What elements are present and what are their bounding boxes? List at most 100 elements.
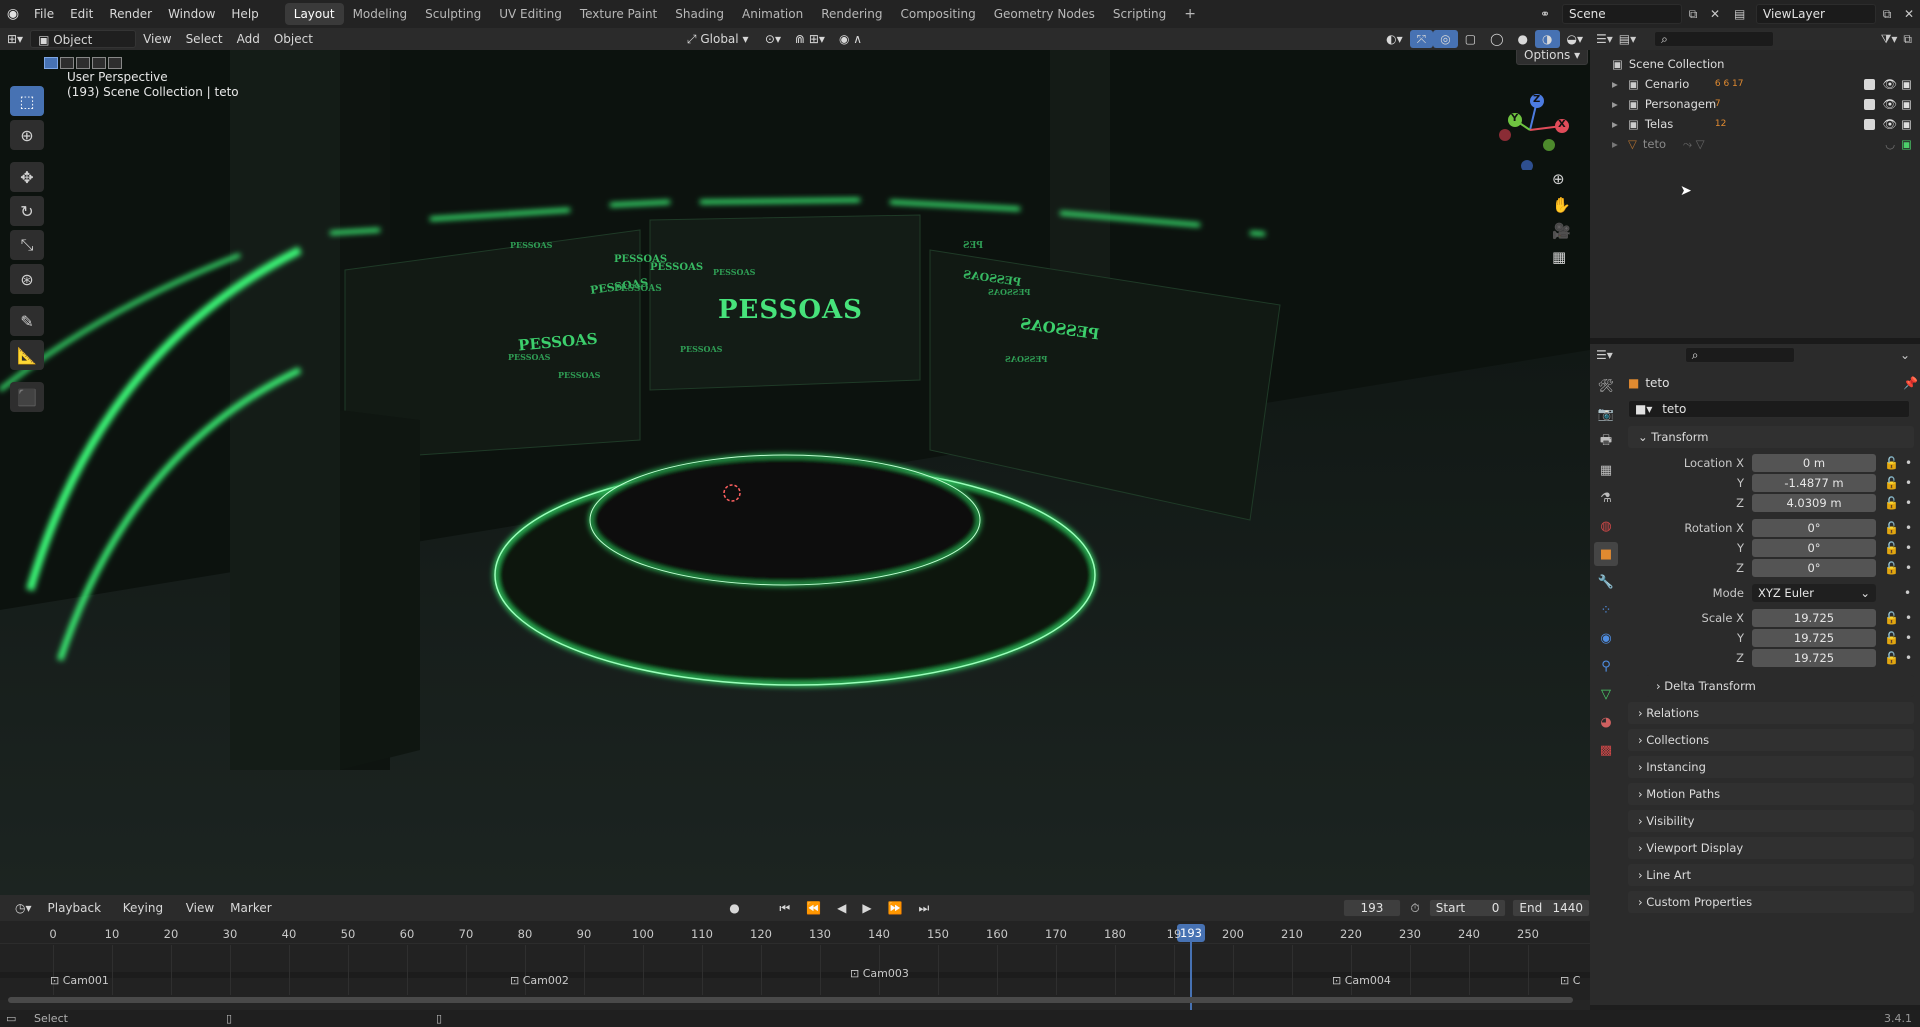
add-workspace-icon[interactable]: + [1175,3,1205,25]
perspective-toggle-icon[interactable]: ▦ [1552,248,1571,266]
exclude-checkbox[interactable] [1863,118,1875,130]
view-layer-selector[interactable]: ViewLayer [1756,4,1876,24]
timeline-marker[interactable]: ⊡ Cam001 [50,974,109,987]
expand-icon[interactable]: ▸ [1612,117,1628,131]
lock-icon[interactable]: 🔓 [1884,541,1899,555]
play-icon[interactable]: ▶ [855,899,878,917]
outliner-filter-icon[interactable]: ⧩▾ [1881,32,1898,47]
snap-icon[interactable]: ⋒ ⊞▾ [788,30,832,48]
rotation-x-field[interactable]: 0° [1752,518,1876,537]
visibility-icon[interactable]: ◐▾ [1379,30,1410,48]
render-camera-icon[interactable]: ▣ [1901,77,1912,91]
custom-properties-panel-header[interactable]: › Custom Properties [1628,891,1914,913]
tool-tab-icon[interactable]: 🛠 [1594,374,1618,398]
editor-type-icon[interactable]: ⊞▾ [0,30,30,48]
auto-keying-icon[interactable]: ● ⌄ [722,899,759,933]
object-mode-dropdown[interactable]: ▣ Object Mode ▾ [30,30,137,65]
gizmo-toggle-icon[interactable]: ⤧ [1409,30,1434,48]
properties-editor-type-icon[interactable]: ☰▾ [1596,348,1613,362]
display-mode-icon[interactable]: ▤▾ [1619,32,1636,46]
current-frame-field[interactable]: 193 [1342,899,1402,917]
menu-file[interactable]: File [26,0,62,28]
blender-logo-icon[interactable]: ◉ [0,6,26,22]
timeline-marker[interactable]: ⊡ Cam003 [850,967,909,980]
expand-icon[interactable]: ▸ [1612,97,1628,111]
lock-icon[interactable]: 🔓 [1884,476,1899,490]
scale-z-field[interactable]: 19.725 [1752,648,1876,667]
lock-icon[interactable]: 🔓 [1884,561,1899,575]
workspace-tab-modeling[interactable]: Modeling [344,3,417,25]
keyframe-dot-icon[interactable]: • [1905,611,1912,625]
rendered-shading-icon[interactable]: ◒▾ [1560,30,1591,48]
select-extend-icon[interactable] [60,57,74,69]
transform-panel-header[interactable]: ⌄ Transform [1628,426,1914,448]
keyframe-dot-icon[interactable]: • [1905,521,1912,535]
jump-to-keyframe-back-icon[interactable]: ⏪ [799,899,828,917]
outliner-item-telas[interactable]: ▸ ▣ Telas 12 👁 ▣ [1612,114,1920,134]
workspace-tab-uv-editing[interactable]: UV Editing [490,3,571,25]
exclude-checkbox[interactable] [1863,78,1875,90]
lock-icon[interactable]: 🔓 [1884,651,1899,665]
pivot-point-icon[interactable]: ⊙▾ [758,30,788,48]
workspace-tab-geometry-nodes[interactable]: Geometry Nodes [985,3,1104,25]
menu-window[interactable]: Window [160,0,223,28]
menu-help[interactable]: Help [223,0,266,28]
outliner-item-teto[interactable]: ▸ ▽ teto ⤳ ▽ ◡ ▣ [1612,134,1920,154]
new-collection-icon[interactable]: ⧉ [1903,32,1912,47]
outliner-editor-type-icon[interactable]: ☰▾ [1596,32,1613,46]
select-invert-icon[interactable] [92,57,106,69]
end-frame-field[interactable]: End 1440 [1512,899,1590,917]
expand-icon[interactable]: ▸ [1612,77,1628,91]
keyframe-dot-icon[interactable]: • [1905,631,1912,645]
viewport-display-panel-header[interactable]: › Viewport Display [1628,837,1914,859]
new-view-layer-icon[interactable]: ⧉ [1876,7,1898,22]
timeline-marker[interactable]: ⊡ C [1560,974,1580,987]
keyframe-dot-icon[interactable]: • [1904,586,1911,600]
workspace-tab-rendering[interactable]: Rendering [812,3,891,25]
properties-options-icon[interactable]: ⌄ [1900,348,1910,362]
timeline-view-menu[interactable]: View [179,899,221,917]
navigation-gizmo[interactable]: Z X Y [1490,90,1570,172]
proportional-editing-icon[interactable]: ◉ ∧ [832,30,869,48]
exclude-checkbox[interactable] [1863,98,1875,110]
render-camera-icon[interactable]: ▣ [1901,97,1912,111]
location-y-field[interactable]: -1.4877 m [1752,473,1876,492]
wireframe-shading-icon[interactable]: ◯ [1483,30,1510,48]
3d-viewport[interactable]: PESSOAS PESSOAS PESSOAS PESSOAS PESSOAS … [0,50,1590,895]
measure-tool-icon[interactable]: 📐 [10,340,44,370]
timeline-editor-type-icon[interactable]: ◷▾ [8,899,39,917]
selection-mode-buttons[interactable] [44,57,122,69]
timeline-marker-menu[interactable]: Marker [223,899,278,917]
preview-range-icon[interactable]: ⏱ [1403,899,1426,917]
lock-icon[interactable]: 🔓 [1884,611,1899,625]
playback-menu[interactable]: Playback ▾ [41,899,114,933]
delta-transform-panel-header[interactable]: › Delta Transform [1646,675,1914,697]
scale-tool-icon[interactable]: ⤡ [10,230,44,260]
keyframe-dot-icon[interactable]: • [1905,456,1912,470]
workspace-tab-compositing[interactable]: Compositing [891,3,984,25]
jump-to-keyframe-forward-icon[interactable]: ⏩ [881,899,910,917]
start-frame-field[interactable]: Start 0 [1428,899,1507,917]
keying-menu[interactable]: Keying ▾ [116,899,177,933]
hidden-eye-icon[interactable]: ◡ [1885,137,1895,151]
expand-icon[interactable]: ▸ [1612,137,1628,151]
select-intersect-icon[interactable] [108,57,122,69]
outliner-search-input[interactable]: ⌕ [1654,31,1775,47]
viewport-menu-object[interactable]: Object [267,30,320,48]
workspace-tab-scripting[interactable]: Scripting [1104,3,1175,25]
xray-toggle-icon[interactable]: ▢ [1458,30,1483,48]
pan-hand-icon[interactable]: ✋ [1552,196,1571,214]
rotate-tool-icon[interactable]: ↻ [10,196,44,226]
keyframe-dot-icon[interactable]: • [1905,651,1912,665]
menu-render[interactable]: Render [101,0,160,28]
pin-icon[interactable]: 📌 [1903,376,1918,390]
object-datablock-field[interactable]: ■▾ teto [1628,400,1910,418]
location-x-field[interactable]: 0 m [1752,453,1876,472]
keyframe-dot-icon[interactable]: • [1905,496,1912,510]
delete-view-layer-icon[interactable]: ✕ [1898,7,1920,21]
lock-icon[interactable]: 🔓 [1884,631,1899,645]
visibility-panel-header[interactable]: › Visibility [1628,810,1914,832]
select-new-icon[interactable] [44,57,58,69]
rotation-mode-dropdown[interactable]: XYZ Euler ⌄ [1752,583,1876,602]
lock-icon[interactable]: 🔓 [1884,456,1899,470]
